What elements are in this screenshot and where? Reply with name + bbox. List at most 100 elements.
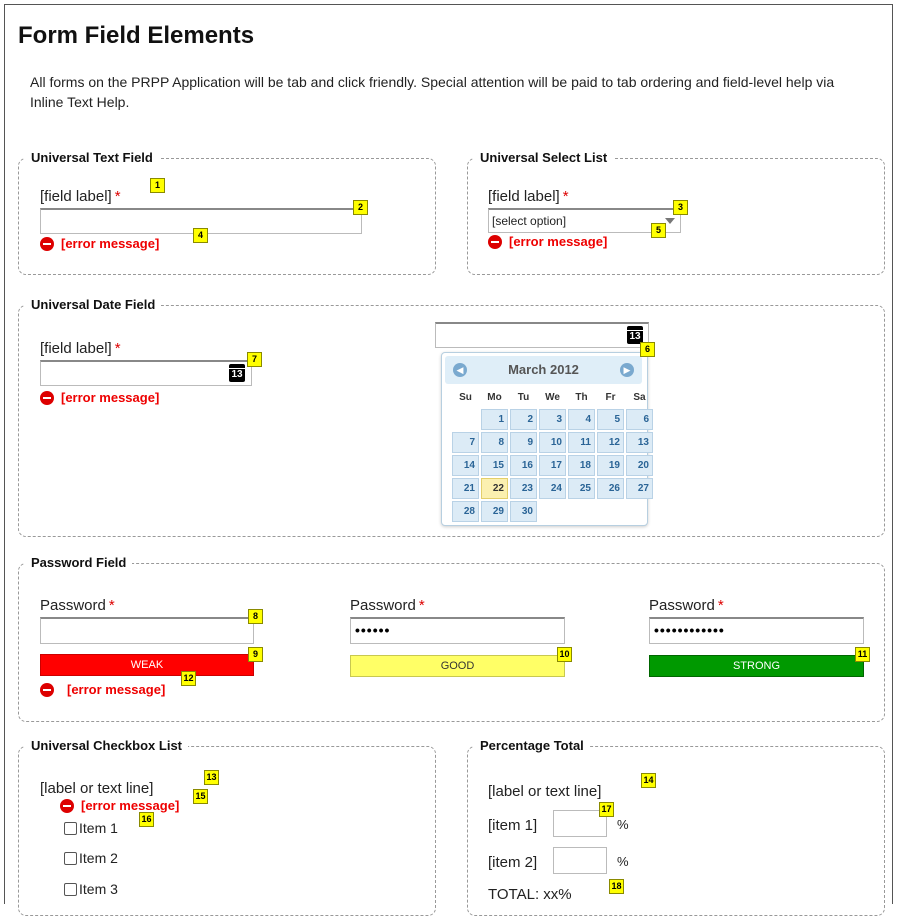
total-value: xx%	[543, 886, 572, 903]
checkbox[interactable]	[64, 851, 77, 865]
annotation-badge: 2	[353, 200, 368, 215]
weekday-header: Tu	[517, 392, 530, 403]
section-legend: Universal Checkbox List	[25, 738, 188, 753]
day-cell[interactable]: 3	[539, 409, 566, 430]
password-label: Password *	[649, 597, 724, 614]
annotation-badge: 10	[557, 647, 572, 662]
error-icon	[488, 234, 502, 249]
day-cell-today[interactable]: 22	[481, 478, 508, 499]
checkbox[interactable]	[64, 882, 77, 896]
field-label: [field label] *	[40, 340, 121, 357]
percentage-label: [label or text line]	[488, 783, 602, 800]
password-label: Password *	[350, 597, 425, 614]
day-cell[interactable]: 30	[510, 501, 537, 522]
weekday-header: Fr	[605, 392, 616, 403]
day-cell[interactable]: 13	[626, 432, 653, 453]
day-cell[interactable]: 29	[481, 501, 508, 522]
day-cell[interactable]: 19	[597, 455, 624, 476]
annotation-badge: 3	[673, 200, 688, 215]
day-cell[interactable]: 20	[626, 455, 653, 476]
password-input[interactable]: ••••••••••••	[649, 617, 864, 644]
day-cell[interactable]: 7	[452, 432, 479, 453]
required-mark: *	[108, 597, 115, 614]
day-cell[interactable]: 6	[626, 409, 653, 430]
field-label: [field label] *	[40, 188, 121, 205]
day-cell[interactable]: 17	[539, 455, 566, 476]
required-mark: *	[418, 597, 425, 614]
password-input[interactable]	[40, 617, 254, 644]
day-cell[interactable]: 24	[539, 478, 566, 499]
day-cell[interactable]: 5	[597, 409, 624, 430]
required-mark: *	[562, 188, 569, 205]
checkbox[interactable]	[64, 821, 77, 835]
error-message: [error message]	[488, 234, 607, 249]
annotation-badge: 12	[181, 671, 196, 686]
error-message: [error message]	[40, 236, 159, 251]
day-cell[interactable]: 26	[597, 478, 624, 499]
checkbox-list-label: [label or text line]	[40, 780, 154, 797]
day-cell[interactable]: 25	[568, 478, 595, 499]
day-cell[interactable]: 15	[481, 455, 508, 476]
datepicker-grid: Su Mo Tu We Th Fr Sa 1 2 3 4 5 6 7 8 9 10 11 12 13 14 15 16 17 1…	[452, 389, 653, 522]
strength-meter-weak: WEAK	[40, 654, 254, 676]
day-cell[interactable]: 28	[452, 501, 479, 522]
calendar-icon[interactable]: 13	[229, 364, 245, 382]
datepicker-header: ◀ March 2012 ▶	[445, 356, 642, 384]
day-cell[interactable]: 12	[597, 432, 624, 453]
annotation-badge: 11	[855, 647, 870, 662]
weekday-header: Mo	[487, 392, 502, 403]
select-value: [select option]	[492, 214, 567, 228]
day-cell[interactable]: 10	[539, 432, 566, 453]
day-cell[interactable]: 18	[568, 455, 595, 476]
day-cell[interactable]: 27	[626, 478, 653, 499]
strength-meter-strong: STRONG	[649, 655, 864, 677]
section-legend: Universal Text Field	[25, 150, 159, 165]
section-legend: Percentage Total	[474, 738, 590, 753]
percentage-total: TOTAL: xx%	[488, 886, 572, 903]
day-cell[interactable]: 2	[510, 409, 537, 430]
day-cell[interactable]: 1	[481, 409, 508, 430]
date-input-open[interactable]	[435, 322, 649, 348]
day-cell[interactable]: 16	[510, 455, 537, 476]
date-input[interactable]	[40, 360, 252, 386]
annotation-badge: 4	[193, 228, 208, 243]
required-mark: *	[717, 597, 724, 614]
annotation-badge: 18	[609, 879, 624, 894]
annotation-badge: 9	[248, 647, 263, 662]
annotation-badge: 15	[193, 789, 208, 804]
error-icon	[40, 236, 54, 251]
day-cell[interactable]: 8	[481, 432, 508, 453]
section-legend: Universal Date Field	[25, 297, 162, 312]
day-cell[interactable]: 11	[568, 432, 595, 453]
day-cell[interactable]: 23	[510, 478, 537, 499]
checkbox-item[interactable]: Item 3	[64, 881, 118, 897]
error-message: [error message]	[40, 390, 159, 405]
password-input[interactable]: ••••••	[350, 617, 565, 644]
page-title: Form Field Elements	[18, 22, 255, 49]
weekday-header: Su	[459, 392, 472, 403]
required-mark: *	[114, 188, 121, 205]
day-cell[interactable]: 9	[510, 432, 537, 453]
annotation-badge: 8	[248, 609, 263, 624]
total-label: TOTAL:	[488, 886, 540, 903]
percent-unit: %	[617, 854, 629, 869]
password-label: Password *	[40, 597, 115, 614]
annotation-badge: 14	[641, 773, 656, 788]
annotation-badge: 16	[139, 812, 154, 827]
empty-day-cell	[452, 409, 479, 430]
annotation-badge: 6	[640, 342, 655, 357]
checkbox-item[interactable]: Item 2	[64, 850, 118, 866]
checkbox-item[interactable]: Item 1	[64, 820, 118, 836]
field-label: [field label] *	[488, 188, 569, 205]
password-dots: ••••••••••••	[654, 622, 725, 638]
day-cell[interactable]: 4	[568, 409, 595, 430]
datepicker-popup: ◀ March 2012 ▶ Su Mo Tu We Th Fr Sa 1 2 3 4 5 6 7 8 9 10…	[441, 352, 653, 526]
next-month-icon[interactable]: ▶	[620, 363, 634, 377]
day-cell[interactable]: 14	[452, 455, 479, 476]
chevron-down-icon	[665, 218, 675, 224]
page-intro: All forms on the PRPP Application will b…	[30, 74, 835, 110]
error-icon	[60, 798, 74, 813]
percentage-input[interactable]	[553, 847, 607, 874]
day-cell[interactable]: 21	[452, 478, 479, 499]
datepicker-month: March 2012	[508, 362, 579, 377]
